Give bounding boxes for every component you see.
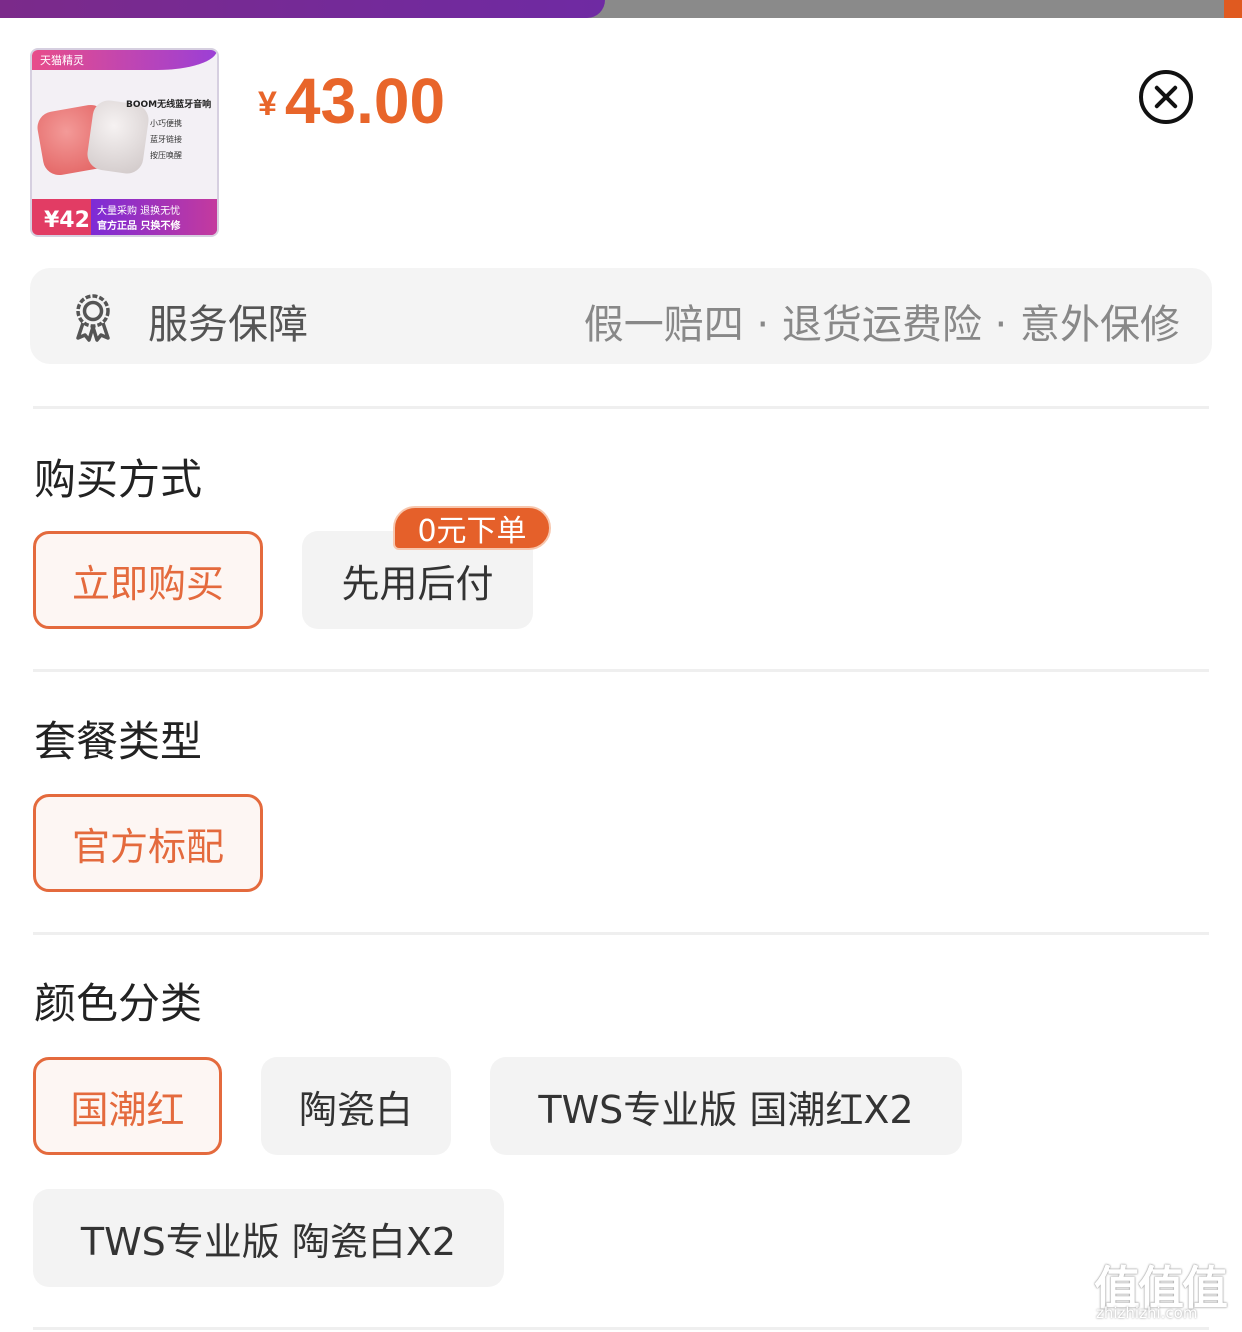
divider — [33, 932, 1209, 935]
thumbnail-price-badge: ¥42 — [44, 208, 90, 233]
price-value: 43.00 — [284, 65, 446, 137]
thumbnail-feature: 蓝牙链接 — [150, 135, 182, 144]
banner-orange-segment — [1224, 0, 1242, 18]
close-icon[interactable] — [1139, 70, 1193, 124]
product-price: ¥43.00 — [258, 64, 445, 138]
option-color-red[interactable]: 国潮红 — [33, 1057, 222, 1155]
thumbnail-promo-text: 大量采购 退换无忧 — [97, 206, 181, 217]
thumbnail-feature: 小巧便携 — [150, 119, 182, 128]
option-tws-white-x2[interactable]: TWS专业版 陶瓷白X2 — [33, 1189, 504, 1287]
option-official-standard[interactable]: 官方标配 — [33, 794, 263, 892]
service-detail: 假一赔四 · 退货运费险 · 意外保修 — [583, 302, 1180, 348]
color-category-title: 颜色分类 — [34, 979, 203, 1028]
white-speaker-image — [85, 98, 151, 176]
product-thumbnail[interactable]: 天猫精灵 BOOM无线蓝牙音响 小巧便携 蓝牙链接 按压唤醒 ¥42 大量采购 … — [30, 48, 219, 237]
watermark-url: zhizhizhi.com — [1096, 1304, 1198, 1322]
option-buy-now[interactable]: 立即购买 — [33, 531, 263, 629]
service-title: 服务保障 — [148, 302, 308, 348]
site-watermark: 值值值 zhizhizhi.com — [1094, 1252, 1234, 1324]
thumbnail-feature: 按压唤醒 — [150, 151, 182, 160]
divider — [33, 1327, 1209, 1330]
purchase-method-title: 购买方式 — [34, 455, 203, 504]
option-color-white[interactable]: 陶瓷白 — [261, 1057, 451, 1155]
top-banner — [0, 0, 1242, 18]
thumbnail-title: BOOM无线蓝牙音响 — [126, 100, 212, 110]
option-tws-red-x2[interactable]: TWS专业版 国潮红X2 — [490, 1057, 962, 1155]
thumbnail-brand: 天猫精灵 — [40, 54, 84, 67]
package-type-title: 套餐类型 — [34, 717, 203, 766]
banner-purple-segment — [0, 0, 605, 18]
zero-down-badge: 0元下单 — [393, 506, 551, 550]
thumbnail-promo-text: 官方正品 只换不修 — [97, 221, 181, 232]
divider — [33, 669, 1209, 672]
divider — [33, 406, 1209, 409]
sku-header: 天猫精灵 BOOM无线蓝牙音响 小巧便携 蓝牙链接 按压唤醒 ¥42 大量采购 … — [0, 18, 1242, 248]
award-ribbon-icon — [76, 294, 110, 342]
price-currency: ¥ — [258, 85, 277, 123]
service-guarantee-bar[interactable]: 服务保障 假一赔四 · 退货运费险 · 意外保修 — [30, 268, 1212, 364]
